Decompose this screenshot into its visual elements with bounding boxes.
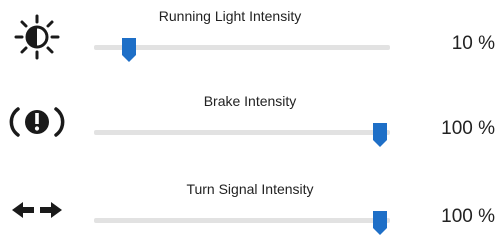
slider-thumb[interactable] xyxy=(372,210,388,236)
brake-label: Brake Intensity xyxy=(203,93,297,109)
turn-signal-slider[interactable] xyxy=(94,210,390,236)
turn-signal-control: Turn Signal Intensity 100 % xyxy=(0,179,499,249)
running-light-slider[interactable] xyxy=(94,37,390,63)
brake-slider[interactable] xyxy=(94,122,390,148)
slider-track[interactable] xyxy=(94,218,390,223)
running-light-control: Running Light Intensity 10 % xyxy=(0,6,499,76)
turn-signal-icon xyxy=(6,185,66,235)
running-light-value: 10 % xyxy=(451,33,495,54)
slider-thumb[interactable] xyxy=(372,122,388,148)
brake-control: Brake Intensity 100 % xyxy=(0,91,499,161)
running-light-icon xyxy=(6,12,66,62)
running-light-label: Running Light Intensity xyxy=(158,8,302,24)
brake-value: 100 % xyxy=(441,118,495,139)
turn-signal-value: 100 % xyxy=(441,206,495,227)
brake-warning-icon xyxy=(6,97,66,147)
turn-signal-label: Turn Signal Intensity xyxy=(186,181,314,197)
slider-track[interactable] xyxy=(94,45,390,50)
slider-track[interactable] xyxy=(94,130,390,135)
slider-thumb[interactable] xyxy=(121,37,137,63)
